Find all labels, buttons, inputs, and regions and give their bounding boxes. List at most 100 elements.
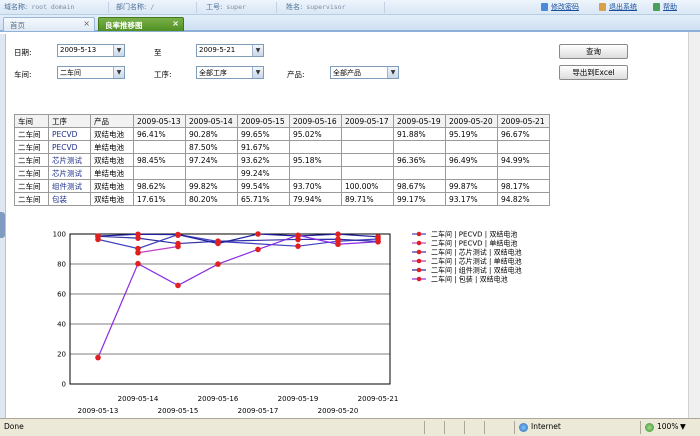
data-point — [335, 236, 341, 243]
x-tick-label: 2009-05-20 — [318, 407, 359, 415]
column-header: 2009-05-19 — [393, 114, 446, 128]
status-divider — [444, 421, 445, 434]
yield-cell: 93.70% — [289, 179, 342, 193]
chevron-down-icon[interactable]: ▼ — [680, 422, 686, 431]
chevron-down-icon[interactable]: ▼ — [252, 67, 263, 78]
workshop-cell: 二车间 — [14, 192, 49, 206]
yield-cell: 99.87% — [445, 179, 498, 193]
yield-cell: 87.50% — [185, 140, 238, 154]
column-header: 2009-05-16 — [289, 114, 342, 128]
close-icon[interactable]: × — [83, 19, 90, 28]
data-point — [375, 233, 381, 240]
legend-label: 二车间 | 芯片测试 | 单结电池 — [431, 257, 522, 266]
workshop-cell: 二车间 — [14, 179, 49, 193]
yield-trend-chart: 0 20 40 60 80 100 2009-05-14 2009-05-16 2009-05-… — [53, 230, 522, 416]
tab-label: 首页 — [10, 21, 25, 30]
export-excel-button[interactable]: 导出到Excel — [559, 65, 628, 80]
x-tick-label: 2009-05-19 — [278, 395, 319, 403]
data-point — [335, 241, 341, 248]
date-to-value: 2009-5-21 — [199, 46, 236, 54]
workshop-label: 车间: — [14, 70, 32, 79]
yield-cell — [133, 140, 186, 154]
workshop-cell: 二车间 — [14, 153, 49, 167]
legend-label: 二车间 | PECVD | 单结电池 — [431, 239, 517, 248]
data-point — [335, 231, 341, 237]
process-cell: 芯片测试 — [48, 153, 91, 167]
workshop-cell: 二车间 — [14, 140, 49, 154]
chevron-down-icon[interactable]: ▼ — [113, 67, 124, 78]
zoom-level[interactable]: 100% — [657, 422, 678, 431]
yield-cell — [341, 127, 394, 141]
workshop-select[interactable]: 二车间 ▼ — [57, 66, 125, 79]
help-link[interactable]: 帮助 — [663, 2, 677, 12]
yield-cell: 90.28% — [185, 127, 238, 141]
tab-yield-trend[interactable]: 良率推移图 × — [98, 17, 184, 31]
status-bar: Done Internet 100% ▼ — [0, 418, 700, 436]
status-divider — [424, 421, 425, 434]
yield-cell — [445, 140, 498, 154]
change-password-link[interactable]: 修改密码 — [551, 2, 579, 12]
process-select[interactable]: 全部工序 ▼ — [196, 66, 264, 79]
yield-cell — [497, 140, 550, 154]
domain-info: 域名称: root domain — [4, 3, 75, 11]
data-point — [175, 240, 181, 247]
table-row: 二车间 包装 双结电池 17.61% 80.20% 65.71% 79.94% 89.71% 9… — [14, 192, 550, 206]
yield-cell: 95.18% — [289, 153, 342, 167]
chevron-down-icon[interactable]: ▼ — [252, 45, 263, 56]
yield-cell: 98.45% — [133, 153, 186, 167]
data-point — [255, 246, 261, 253]
tab-label: 良率推移图 — [105, 21, 143, 30]
date-from-value: 2009-5-13 — [60, 46, 97, 54]
yield-cell: 98.67% — [393, 179, 446, 193]
date-label: 日期: — [14, 48, 32, 57]
yield-cell: 96.41% — [133, 127, 186, 141]
yield-cell: 91.88% — [393, 127, 446, 141]
status-text: Done — [4, 422, 24, 431]
y-tick-label: 60 — [57, 291, 66, 299]
process-cell: PECVD — [48, 140, 91, 154]
logout-link[interactable]: 退出系统 — [609, 2, 637, 12]
table-row: 二车间 PECVD 双结电池 96.41% 90.28% 99.65% 95.02% 91.8… — [14, 127, 550, 141]
yield-cell: 98.62% — [133, 179, 186, 193]
product-select[interactable]: 全部产品 ▼ — [330, 66, 399, 79]
divider — [276, 2, 277, 13]
x-tick-label: 2009-05-17 — [238, 407, 279, 415]
close-icon[interactable]: × — [172, 19, 179, 28]
table-row: 二车间 PECVD 单结电池 87.50% 91.67% — [14, 140, 550, 154]
y-tick-label: 80 — [57, 261, 66, 269]
data-point — [175, 231, 181, 238]
collapse-handle[interactable] — [0, 212, 5, 238]
process-label: 工序: — [154, 70, 172, 79]
chevron-down-icon[interactable]: ▼ — [387, 67, 398, 78]
workshop-value: 二车间 — [60, 69, 81, 77]
query-button[interactable]: 查询 — [559, 44, 628, 59]
yield-cell: 95.02% — [289, 127, 342, 141]
process-cell: 包装 — [48, 192, 91, 206]
side-splitter[interactable] — [0, 34, 6, 418]
to-label: 至 — [154, 48, 162, 57]
date-from-select[interactable]: 2009-5-13 ▼ — [57, 44, 125, 57]
key-icon — [541, 3, 548, 11]
product-cell: 单结电池 — [90, 166, 134, 180]
data-point — [295, 243, 301, 249]
data-point — [215, 261, 221, 267]
legend-marker — [416, 267, 422, 273]
column-header: 2009-05-15 — [237, 114, 290, 128]
date-to-select[interactable]: 2009-5-21 ▼ — [196, 44, 264, 57]
product-cell: 双结电池 — [90, 179, 134, 193]
plot-area — [69, 233, 391, 385]
table-row: 二车间 组件测试 双结电池 98.62% 99.82% 99.54% 93.70% 100.0… — [14, 179, 550, 193]
data-point — [175, 282, 181, 289]
yield-cell — [341, 166, 394, 180]
help-icon — [653, 3, 660, 11]
tab-home[interactable]: 首页 × — [3, 17, 95, 31]
x-tick-label: 2009-05-15 — [158, 407, 199, 415]
yield-cell — [341, 140, 394, 154]
legend-marker — [416, 240, 422, 246]
column-header: 产品 — [90, 114, 134, 128]
column-header: 2009-05-17 — [341, 114, 394, 128]
chevron-down-icon[interactable]: ▼ — [113, 45, 124, 56]
product-cell: 双结电池 — [90, 192, 134, 206]
yield-cell: 100.00% — [341, 179, 394, 193]
y-tick-label: 100 — [53, 231, 66, 239]
